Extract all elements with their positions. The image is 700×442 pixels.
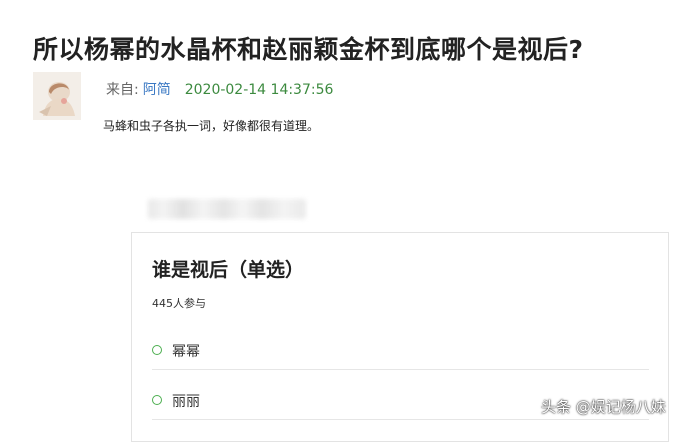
article-meta: 来自: 阿简 2020-02-14 14:37:56 <box>106 79 333 99</box>
radio-circle-icon[interactable] <box>152 395 162 405</box>
avatar-illustration-icon <box>33 72 81 120</box>
author-link[interactable]: 阿简 <box>143 82 171 98</box>
poll-option-label: 丽丽 <box>172 394 200 410</box>
divider <box>152 369 649 370</box>
watermark: 头条 @娱记杨八妹 <box>541 398 666 416</box>
article-title: 所以杨幂的水晶杯和赵丽颖金杯到底哪个是视后? <box>33 35 584 64</box>
poll-option[interactable]: 幂幂 <box>152 333 649 373</box>
poll-title: 谁是视后（单选） <box>152 259 305 281</box>
divider <box>152 419 649 420</box>
blurred-text <box>148 199 306 219</box>
post-timestamp: 2020-02-14 14:37:56 <box>184 82 334 98</box>
article-excerpt: 马蜂和虫子各执一词，好像都很有道理。 <box>103 119 320 133</box>
poll-participant-count: 445人参与 <box>152 297 206 310</box>
source-label: 来自: <box>106 82 139 98</box>
radio-circle-icon[interactable] <box>152 345 162 355</box>
poll-option-label: 幂幂 <box>172 344 200 360</box>
avatar[interactable] <box>33 72 81 120</box>
